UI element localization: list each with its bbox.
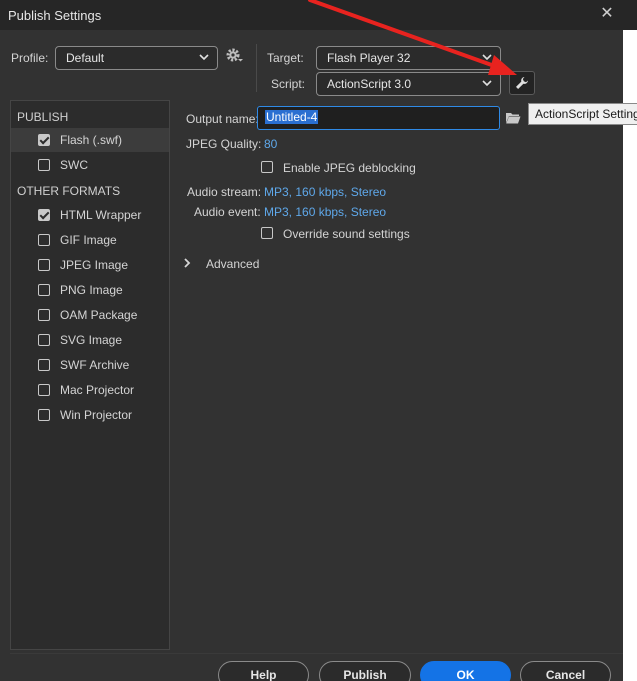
- format-item-gif[interactable]: GIF Image: [11, 228, 169, 252]
- window-edge: [623, 30, 637, 681]
- format-item-oam[interactable]: OAM Package: [11, 303, 169, 327]
- footer-divider: [10, 653, 627, 654]
- publish-button[interactable]: Publish: [319, 661, 411, 681]
- audio-stream-value[interactable]: MP3, 160 kbps, Stereo: [264, 185, 386, 199]
- ok-button[interactable]: OK: [420, 661, 511, 681]
- script-label: Script:: [271, 77, 306, 91]
- format-item-label: JPEG Image: [60, 258, 129, 272]
- help-button[interactable]: Help: [218, 661, 309, 681]
- profile-select[interactable]: Default: [55, 46, 218, 70]
- format-item-swc[interactable]: SWC: [11, 153, 169, 177]
- format-item-svg[interactable]: SVG Image: [11, 328, 169, 352]
- script-select[interactable]: ActionScript 3.0: [316, 72, 501, 96]
- format-item-label: PNG Image: [60, 283, 123, 297]
- html-wrapper-checkbox[interactable]: [38, 209, 50, 221]
- chevron-down-icon: [482, 80, 492, 87]
- target-value: Flash Player 32: [327, 51, 411, 65]
- gif-checkbox[interactable]: [38, 234, 50, 246]
- actionscript-settings-button[interactable]: [509, 71, 535, 95]
- format-item-label: OAM Package: [60, 308, 138, 322]
- vertical-divider: [256, 44, 257, 92]
- format-item-label: GIF Image: [60, 233, 117, 247]
- format-item-jpeg[interactable]: JPEG Image: [11, 253, 169, 277]
- advanced-toggle[interactable]: Advanced: [206, 257, 259, 271]
- cancel-button[interactable]: Cancel: [520, 661, 611, 681]
- format-item-label: Mac Projector: [60, 383, 135, 397]
- jpeg-checkbox[interactable]: [38, 259, 50, 271]
- target-label: Target:: [267, 51, 304, 65]
- format-item-label: Win Projector: [60, 408, 133, 422]
- audio-stream-label: Audio stream:: [187, 185, 262, 199]
- format-item-swf-archive[interactable]: SWF Archive: [11, 353, 169, 377]
- format-item-label: HTML Wrapper: [60, 208, 142, 222]
- png-checkbox[interactable]: [38, 284, 50, 296]
- close-icon[interactable]: ✕: [597, 4, 617, 24]
- chevron-right-icon[interactable]: [182, 257, 192, 269]
- format-item-mac-projector[interactable]: Mac Projector: [11, 378, 169, 402]
- override-sound-label: Override sound settings: [283, 227, 410, 241]
- svg-checkbox[interactable]: [38, 334, 50, 346]
- format-item-label: SWF Archive: [60, 358, 130, 372]
- flash-checkbox[interactable]: [38, 134, 50, 146]
- override-sound-checkbox[interactable]: [261, 227, 273, 239]
- gear-icon[interactable]: [225, 47, 243, 65]
- format-list-panel: PUBLISH Flash (.swf) SWC OTHER FORMATS H…: [10, 100, 170, 650]
- format-item-label: SWC: [60, 158, 88, 172]
- jpeg-quality-label: JPEG Quality:: [186, 137, 262, 151]
- folder-icon[interactable]: [505, 111, 521, 125]
- chevron-down-icon: [482, 54, 492, 61]
- output-name-label: Output name:: [186, 112, 259, 126]
- format-item-flash[interactable]: Flash (.swf): [11, 128, 169, 152]
- profile-value: Default: [66, 51, 105, 65]
- output-name-input[interactable]: Untitled-4: [257, 106, 500, 130]
- title-bar: Publish Settings ✕: [0, 0, 637, 30]
- chevron-down-icon: [199, 54, 209, 61]
- swc-checkbox[interactable]: [38, 159, 50, 171]
- audio-event-label: Audio event:: [194, 205, 261, 219]
- other-formats-header: OTHER FORMATS: [17, 184, 121, 198]
- format-item-html-wrapper[interactable]: HTML Wrapper: [11, 203, 169, 227]
- output-name-value: Untitled-4: [265, 110, 319, 124]
- jpeg-deblocking-label: Enable JPEG deblocking: [283, 161, 416, 175]
- wrench-icon: [516, 77, 528, 89]
- audio-event-value[interactable]: MP3, 160 kbps, Stereo: [264, 205, 386, 219]
- oam-checkbox[interactable]: [38, 309, 50, 321]
- publish-section-header: PUBLISH: [17, 110, 69, 124]
- profile-label: Profile:: [11, 51, 49, 65]
- jpeg-quality-value[interactable]: 80: [264, 137, 277, 151]
- jpeg-deblocking-checkbox[interactable]: [261, 161, 273, 173]
- target-select[interactable]: Flash Player 32: [316, 46, 501, 70]
- format-item-label: Flash (.swf): [60, 133, 123, 147]
- win-projector-checkbox[interactable]: [38, 409, 50, 421]
- swf-archive-checkbox[interactable]: [38, 359, 50, 371]
- format-item-label: SVG Image: [60, 333, 123, 347]
- format-item-png[interactable]: PNG Image: [11, 278, 169, 302]
- format-item-win-projector[interactable]: Win Projector: [11, 403, 169, 427]
- actionscript-settings-tooltip: ActionScript Settings: [528, 103, 637, 125]
- script-value: ActionScript 3.0: [327, 77, 412, 91]
- mac-projector-checkbox[interactable]: [38, 384, 50, 396]
- window-title: Publish Settings: [8, 8, 102, 23]
